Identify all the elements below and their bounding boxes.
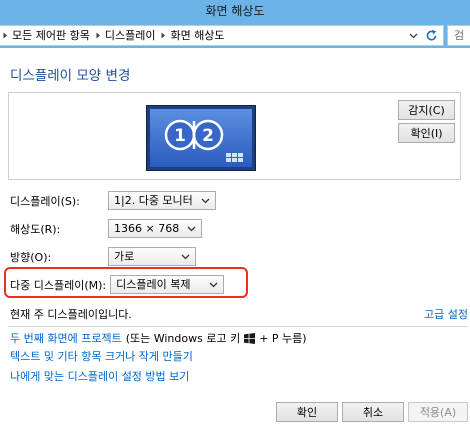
resolution-select-value: 1366 × 768 <box>114 222 180 235</box>
shortcut-note-end: + P 누름) <box>259 332 307 345</box>
ok-button[interactable]: 확인 <box>276 402 338 422</box>
page-title: 디스플레이 모양 변경 <box>10 68 131 84</box>
shortcut-note-start: (또는 Windows 로고 키 <box>125 332 241 345</box>
breadcrumb: 모든 제어판 항목 디스플레이 화면 해상도 <box>2 26 230 45</box>
cancel-button[interactable]: 취소 <box>342 402 404 422</box>
primary-display-status: 현재 주 디스플레이입니다. <box>10 308 132 321</box>
resolution-label: 해상도(R): <box>10 222 61 236</box>
search-input[interactable] <box>448 26 470 45</box>
text-size-line: 텍스트 및 기타 항목 크거나 작게 만들기 <box>10 349 193 363</box>
multiple-displays-label: 다중 디스플레이(M): <box>10 278 107 292</box>
project-to-second-screen-link[interactable]: 두 번째 화면에 프로젝트 <box>10 330 122 346</box>
chevron-down-icon <box>209 282 218 287</box>
apply-button[interactable]: 적용(A) <box>408 402 468 422</box>
resolution-row: 해상도(R): 1366 × 768 <box>10 219 203 238</box>
chevron-down-icon <box>187 226 196 231</box>
chevron-down-icon[interactable] <box>409 33 418 39</box>
resolution-select[interactable]: 1366 × 768 <box>108 219 203 238</box>
navigation-bar: 모든 제어판 항목 디스플레이 화면 해상도 <box>0 23 470 48</box>
orientation-row: 방향(O): 가로 <box>10 247 196 266</box>
title-bar[interactable]: 화면 해상도 <box>0 0 470 23</box>
section-divider <box>8 326 468 327</box>
help-line: 나에게 맞는 디스플레이 설정 방법 보기 <box>10 369 189 383</box>
breadcrumb-separator-icon[interactable] <box>95 26 102 45</box>
chevron-down-icon <box>201 198 210 203</box>
windows-logo-icon <box>244 332 256 344</box>
multiple-displays-select[interactable]: 디스플레이 복제 <box>110 275 225 294</box>
display-settings-help-link[interactable]: 나에게 맞는 디스플레이 설정 방법 보기 <box>10 368 189 384</box>
text-size-link[interactable]: 텍스트 및 기타 항목 크거나 작게 만들기 <box>10 348 193 364</box>
monitor-2-number: 2 <box>202 126 214 146</box>
breadcrumb-separator-icon[interactable] <box>2 26 9 45</box>
identify-button[interactable]: 확인(I) <box>398 123 455 143</box>
breadcrumb-all-control-panel-items[interactable]: 모든 제어판 항목 <box>9 26 95 45</box>
multiple-displays-select-value: 디스플레이 복제 <box>116 278 191 291</box>
refresh-icon[interactable] <box>425 29 438 42</box>
chevron-down-icon <box>181 254 190 259</box>
monitor-1-number: 1 <box>174 126 186 146</box>
multiple-displays-row: 다중 디스플레이(M): 디스플레이 복제 <box>10 275 225 294</box>
breadcrumb-screen-resolution[interactable]: 화면 해상도 <box>167 26 229 45</box>
breadcrumb-display[interactable]: 디스플레이 <box>102 26 161 45</box>
window-title: 화면 해상도 <box>205 4 265 18</box>
display-select-value: 1|2. 다중 모니터 <box>114 194 193 207</box>
address-bar[interactable]: 모든 제어판 항목 디스플레이 화면 해상도 <box>0 25 444 46</box>
orientation-label: 방향(O): <box>10 250 52 264</box>
display-label: 디스플레이(S): <box>10 194 80 208</box>
breadcrumb-separator-icon[interactable] <box>160 26 167 45</box>
display-row: 디스플레이(S): 1|2. 다중 모니터 <box>10 191 216 210</box>
monitor-preview[interactable]: 1 2 <box>146 105 256 171</box>
detect-button[interactable]: 감지(C) <box>398 100 455 120</box>
display-select[interactable]: 1|2. 다중 모니터 <box>108 191 216 210</box>
advanced-settings-link[interactable]: 고급 설정 <box>424 306 468 322</box>
search-box[interactable] <box>447 25 470 46</box>
orientation-select-value: 가로 <box>114 250 135 263</box>
project-line: 두 번째 화면에 프로젝트 (또는 Windows 로고 키 + P 누름) <box>10 331 307 345</box>
orientation-select[interactable]: 가로 <box>108 247 196 266</box>
